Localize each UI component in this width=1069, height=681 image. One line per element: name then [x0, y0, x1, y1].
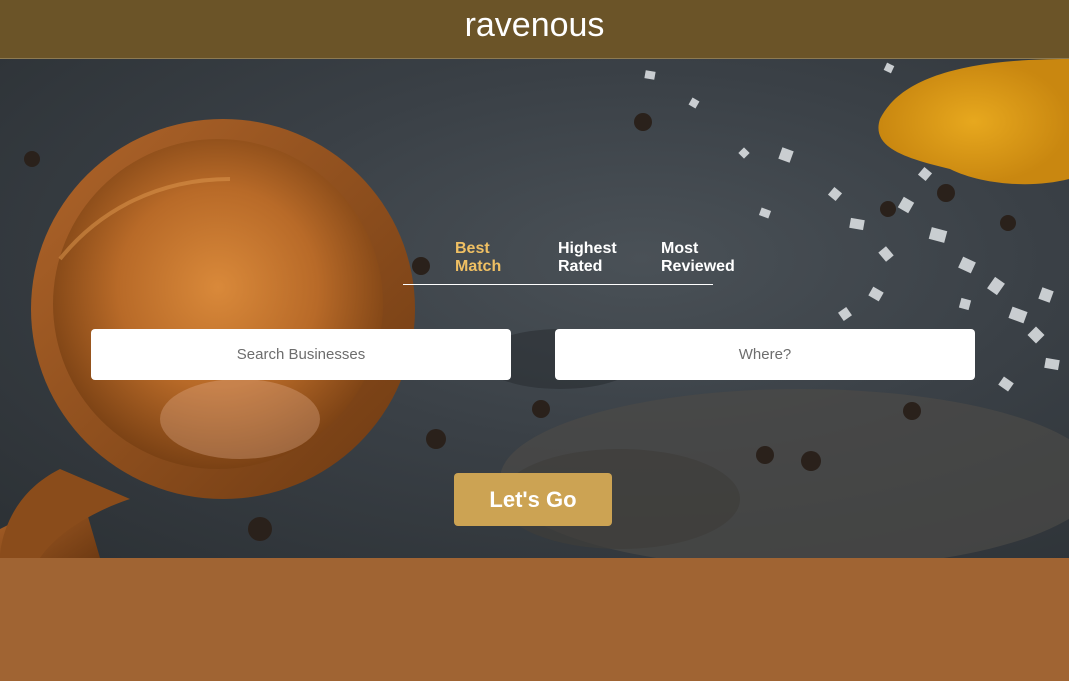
- lets-go-button[interactable]: Let's Go: [454, 473, 612, 526]
- sort-option-most-reviewed[interactable]: Most Reviewed: [661, 240, 751, 276]
- sort-options-bar: Best Match Highest Rated Most Reviewed: [403, 240, 735, 285]
- search-businesses-input[interactable]: [91, 329, 511, 380]
- search-location-input[interactable]: [555, 329, 975, 380]
- sort-option-best-match[interactable]: Best Match: [455, 240, 545, 276]
- business-list-area: [0, 558, 1069, 681]
- brand-logo-text: ravenous: [464, 6, 605, 44]
- search-hero: Best Match Highest Rated Most Reviewed L…: [0, 59, 1069, 558]
- sort-option-highest-rated[interactable]: Highest Rated: [558, 240, 648, 276]
- app-header: ravenous: [0, 0, 1069, 59]
